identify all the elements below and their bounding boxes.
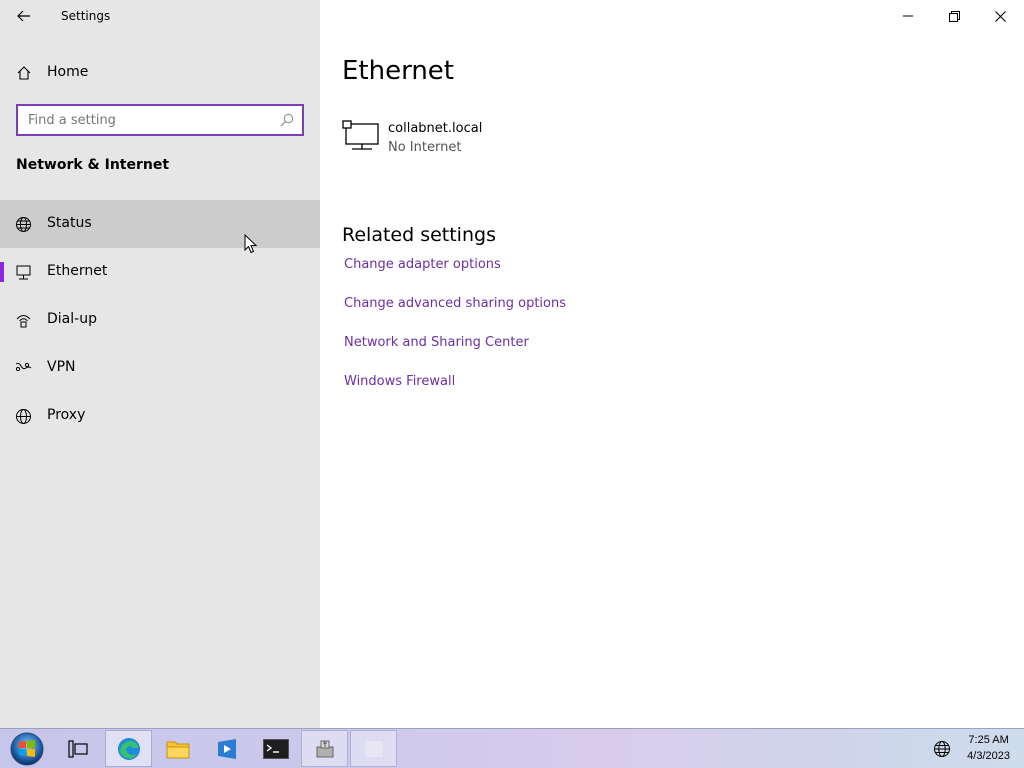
mouse-cursor-icon (244, 234, 258, 254)
taskbar-clock[interactable]: 7:25 AM 4/3/2023 (967, 732, 1010, 764)
back-arrow-icon (17, 10, 30, 22)
network-name[interactable]: collabnet.local (388, 121, 482, 136)
media-app-icon (217, 738, 236, 759)
network-status: No Internet (388, 140, 462, 155)
sidebar-item-dialup[interactable]: Dial-up (0, 296, 320, 344)
folder-icon (166, 741, 189, 758)
installer-button[interactable] (301, 730, 348, 767)
network-computer-icon[interactable] (342, 120, 380, 152)
dialup-icon (16, 315, 31, 328)
globe-icon (16, 409, 31, 424)
main-content: Ethernet collabnet.local No Internet Rel… (320, 0, 1024, 728)
blank-window-icon (364, 740, 383, 757)
clock-time: 7:25 AM (968, 734, 1009, 746)
search-input[interactable] (18, 106, 278, 134)
taskbar: 7:25 AM 4/3/2023 (0, 728, 1024, 768)
vpn-icon (15, 362, 32, 372)
restore-button[interactable] (931, 0, 977, 32)
task-view-button[interactable] (54, 730, 101, 767)
back-button[interactable] (10, 4, 38, 28)
installer-icon (316, 740, 333, 757)
link-windows-firewall[interactable]: Windows Firewall (344, 374, 455, 389)
settings-window-button[interactable] (350, 730, 397, 767)
sidebar-item-vpn[interactable]: VPN (0, 344, 320, 392)
sidebar-item-label: Status (47, 215, 92, 231)
selection-indicator (0, 262, 4, 282)
link-change-adapter-options[interactable]: Change adapter options (344, 257, 501, 272)
network-tray-button[interactable] (920, 730, 964, 767)
link-change-advanced-sharing[interactable]: Change advanced sharing options (344, 296, 566, 311)
status-globe-icon (16, 217, 31, 232)
sidebar-item-ethernet[interactable]: Ethernet (0, 248, 320, 296)
home-icon (17, 66, 31, 80)
sidebar-item-label: Dial-up (47, 311, 97, 327)
search-box[interactable] (16, 104, 304, 136)
task-view-icon (67, 739, 88, 758)
terminal-button[interactable] (252, 730, 299, 767)
search-icon[interactable] (280, 113, 294, 127)
clock-date: 4/3/2023 (967, 750, 1010, 762)
start-orb-icon (10, 732, 43, 765)
close-icon (994, 10, 1006, 22)
edge-button[interactable] (105, 730, 152, 767)
sidebar-item-label: Proxy (47, 407, 86, 423)
minimize-button[interactable] (885, 0, 931, 32)
file-explorer-button[interactable] (154, 730, 201, 767)
minimize-icon (903, 15, 913, 17)
start-button[interactable] (3, 730, 50, 767)
close-button[interactable] (977, 0, 1023, 32)
sidebar-home[interactable]: Home (0, 54, 320, 92)
sidebar-item-label: Ethernet (47, 263, 108, 279)
section-title: Network & Internet (16, 157, 170, 173)
page-title: Ethernet (342, 56, 454, 86)
sidebar-home-label: Home (47, 64, 89, 80)
link-network-sharing-center[interactable]: Network and Sharing Center (344, 335, 529, 350)
terminal-icon (262, 738, 289, 759)
ethernet-icon (16, 265, 31, 280)
network-globe-icon (934, 740, 950, 757)
related-settings-title: Related settings (342, 224, 496, 246)
sidebar-item-status[interactable]: Status (0, 200, 320, 248)
settings-sidebar: Settings Home Network & Internet Status … (0, 0, 320, 728)
window-title: Settings (61, 9, 111, 23)
sidebar-item-label: VPN (47, 359, 76, 375)
media-app-button[interactable] (203, 730, 250, 767)
edge-browser-icon (117, 737, 140, 760)
sidebar-item-proxy[interactable]: Proxy (0, 392, 320, 440)
restore-icon (948, 10, 960, 22)
